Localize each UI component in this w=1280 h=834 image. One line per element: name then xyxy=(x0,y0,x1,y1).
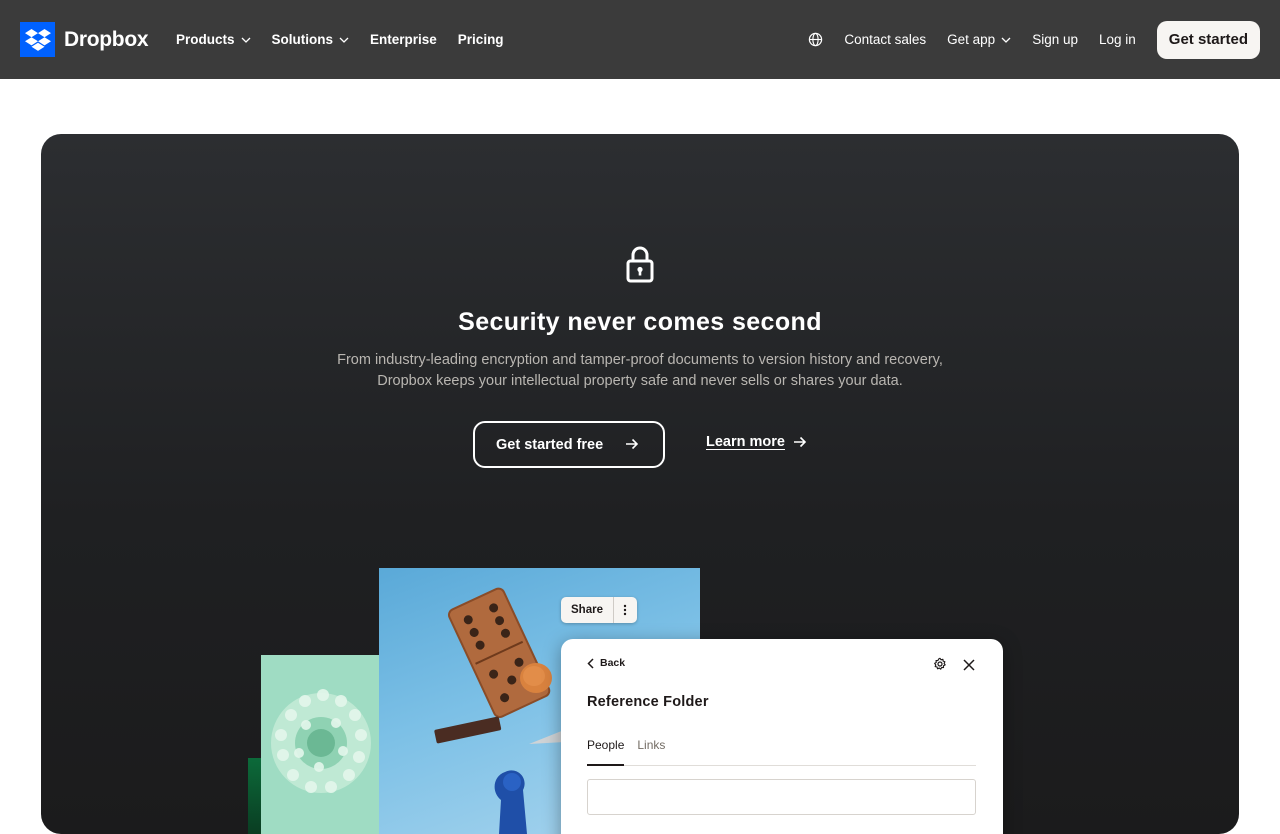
log-in-link[interactable]: Log in xyxy=(1099,32,1136,47)
brand-logo[interactable]: Dropbox xyxy=(20,22,149,57)
get-app-menu[interactable]: Get app xyxy=(947,32,1011,47)
arrow-right-icon xyxy=(793,436,807,448)
get-started-free-button[interactable]: Get started free xyxy=(473,421,665,468)
nav-enterprise[interactable]: Enterprise xyxy=(370,32,437,47)
back-button[interactable]: Back xyxy=(587,657,625,669)
arrow-right-icon xyxy=(626,438,639,450)
learn-more-label: Learn more xyxy=(706,434,785,450)
chevron-down-icon xyxy=(339,37,349,43)
nav-products[interactable]: Products xyxy=(176,32,251,47)
share-button[interactable]: Share xyxy=(561,597,614,623)
more-options-button[interactable] xyxy=(614,597,637,623)
chevron-down-icon xyxy=(1001,37,1011,43)
globe-icon xyxy=(809,32,823,47)
hero-subtitle: From industry-leading encryption and tam… xyxy=(290,350,990,392)
sign-up-link[interactable]: Sign up xyxy=(1032,32,1078,47)
folder-title: Reference Folder xyxy=(587,694,709,710)
get-started-button[interactable]: Get started xyxy=(1156,20,1260,59)
chevron-left-icon xyxy=(587,657,594,669)
learn-more-link[interactable]: Learn more xyxy=(706,434,807,450)
chevron-down-icon xyxy=(241,37,250,43)
folder-sharing-panel: Back Reference Folder People Links xyxy=(561,639,1003,834)
lock-icon xyxy=(625,244,655,289)
contact-sales-link[interactable]: Contact sales xyxy=(844,32,926,47)
language-button[interactable] xyxy=(808,32,823,47)
security-hero: Security never comes second From industr… xyxy=(41,134,1239,834)
mint-sculpture-image xyxy=(261,655,391,834)
panel-tabs: People Links xyxy=(587,738,976,766)
more-vertical-icon xyxy=(624,604,627,616)
get-app-label: Get app xyxy=(947,32,996,47)
tab-links[interactable]: Links xyxy=(637,738,665,766)
hero-title: Security never comes second xyxy=(458,308,822,336)
nav-products-label: Products xyxy=(176,32,235,47)
nav-solutions[interactable]: Solutions xyxy=(272,32,350,47)
primary-nav: Products Solutions Enterprise Pricing xyxy=(176,0,504,79)
hero-subtitle-line-1: From industry-leading encryption and tam… xyxy=(337,352,943,368)
dropbox-logo-icon xyxy=(20,22,55,57)
get-started-free-label: Get started free xyxy=(496,436,604,453)
nav-pricing[interactable]: Pricing xyxy=(458,32,504,47)
secondary-nav: Contact sales Get app Sign up Log in Get… xyxy=(808,0,1260,79)
close-icon[interactable] xyxy=(963,658,975,676)
green-image-edge xyxy=(248,758,262,834)
hero-subtitle-line-2: Dropbox keeps your intellectual property… xyxy=(377,373,903,389)
nav-solutions-label: Solutions xyxy=(271,32,334,47)
gear-icon[interactable] xyxy=(933,657,947,676)
tab-people[interactable]: People xyxy=(587,738,625,766)
back-label: Back xyxy=(600,657,626,669)
share-control: Share xyxy=(561,597,637,623)
top-navigation: Dropbox Products Solutions Enterprise Pr… xyxy=(0,0,1280,79)
invite-input[interactable] xyxy=(587,779,976,815)
brand-name: Dropbox xyxy=(64,27,149,51)
